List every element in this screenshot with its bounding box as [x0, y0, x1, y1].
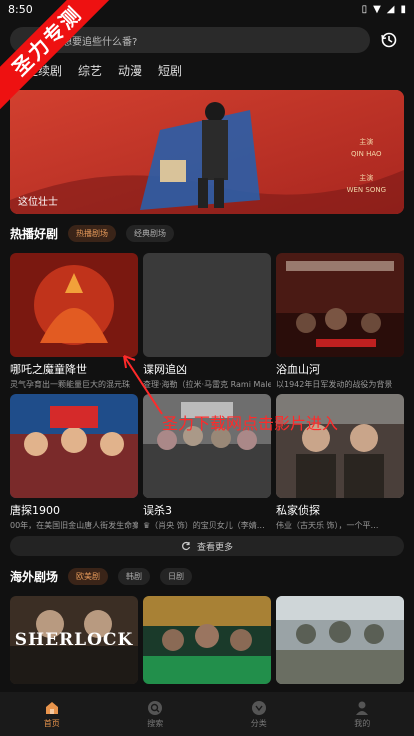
card-desc: 以1942年日军发动的战役为背景 [276, 380, 393, 389]
nav-label: 我的 [354, 718, 371, 728]
banner-art [10, 90, 404, 214]
search-icon [148, 700, 163, 715]
media-card[interactable] [143, 596, 271, 684]
overlay-arrow-icon [123, 355, 163, 415]
poster-title-text: SHERLOCK [14, 630, 134, 650]
signal-icon: ◢ [386, 3, 395, 15]
banner-credits: 主演 QIN HAO 主演 WEN SONG [347, 136, 386, 196]
refresh-icon [182, 541, 191, 551]
nav-label: 分类 [250, 718, 267, 728]
overseas-grid: SHERLOCK [10, 596, 404, 684]
see-more-button[interactable]: 查看更多 [10, 536, 404, 556]
media-card[interactable]: SHERLOCK [10, 596, 138, 684]
battery-icon: ▮ [400, 3, 406, 15]
hot-grid-row-1: 哪吒之魔童降世 灵气孕育出一颗能量巨大的混元珠 谍网追凶 查理·海勒（拉米·马雷… [10, 253, 404, 390]
see-more-label: 查看更多 [196, 542, 233, 553]
chip-hot-theater[interactable]: 热播剧场 [68, 225, 117, 242]
nav-label: 搜索 [147, 718, 164, 728]
overlay-annotation: 圣力下载网点击影片进入 [162, 414, 339, 433]
nav-profile[interactable]: 我的 [332, 700, 392, 729]
credit-line: 主演 [359, 174, 374, 182]
bottom-nav: 首页 搜索 分类 我的 [0, 692, 414, 736]
card-title: 误杀3 [143, 504, 172, 517]
poster-image [276, 596, 404, 684]
banner-title: 这位壮士 [18, 197, 58, 208]
poster-image [10, 253, 138, 357]
history-icon[interactable] [374, 27, 404, 53]
tab-anime[interactable]: 动漫 [118, 62, 142, 79]
card-title: 浴血山河 [276, 363, 320, 376]
section-title: 海外剧场 [10, 570, 59, 584]
credit-line: 主演 [359, 138, 374, 146]
card-desc: 伟业（古天乐 饰），一个平… [276, 521, 379, 530]
card-desc: 00年，在美国旧金山唐人街发生命案 [10, 521, 138, 530]
status-time: 8:50 [8, 2, 33, 16]
card-title: 私家侦探 [276, 504, 320, 517]
nav-category[interactable]: 分类 [229, 700, 289, 729]
chip-classic-theater[interactable]: 经典剧场 [126, 225, 175, 242]
poster-image [143, 596, 271, 684]
nav-search[interactable]: 搜索 [125, 700, 185, 729]
hero-banner[interactable]: 主演 QIN HAO 主演 WEN SONG 这位壮士 [10, 90, 404, 214]
tab-variety[interactable]: 综艺 [78, 62, 102, 79]
section-title: 热播好剧 [10, 227, 59, 241]
hot-section-header: 热播好剧 热播剧场 经典剧场 [10, 225, 175, 242]
credit-line: WEN SONG [346, 186, 386, 194]
credit-line: QIN HAO [351, 150, 382, 158]
card-desc: ♛（肖央 饰）的宝贝女儿（李婧… [143, 521, 265, 530]
chip-western[interactable]: 欧美剧 [68, 568, 109, 585]
overseas-section-header: 海外剧场 欧美剧 韩剧 日剧 [10, 568, 193, 585]
nav-home[interactable]: 首页 [22, 700, 82, 729]
poster-image: SHERLOCK [10, 596, 138, 684]
vibrate-icon: ▯ [361, 3, 368, 15]
poster-placeholder [143, 253, 271, 357]
nav-label: 首页 [43, 718, 60, 728]
home-icon [45, 701, 58, 714]
media-card[interactable] [276, 596, 404, 684]
category-icon [251, 700, 266, 715]
chip-korean[interactable]: 韩剧 [118, 568, 151, 585]
profile-icon [356, 701, 369, 715]
category-tabs: 连续剧 综艺 动漫 短剧 [26, 62, 198, 79]
card-title: 唐探1900 [10, 504, 60, 517]
wifi-icon: ▼ [373, 3, 381, 15]
status-icons: ▯ ▼ ◢ ▮ [362, 4, 406, 15]
credit-line [347, 160, 386, 172]
media-card[interactable]: 浴血山河 以1942年日军发动的战役为背景 [276, 253, 404, 390]
poster-image [276, 253, 404, 357]
chip-japanese[interactable]: 日剧 [160, 568, 193, 585]
tab-short-drama[interactable]: 短剧 [158, 62, 182, 79]
